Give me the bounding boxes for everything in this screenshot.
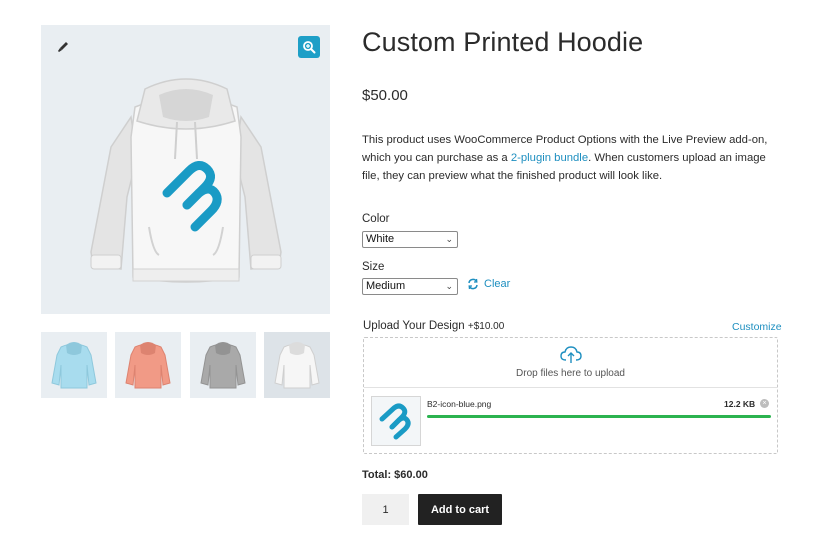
product-title: Custom Printed Hoodie [362, 27, 644, 57]
chevron-down-icon: ⌄ [445, 234, 453, 244]
bundle-link[interactable]: 2-plugin bundle [511, 152, 588, 164]
size-select[interactable]: Medium ⌄ [362, 278, 458, 295]
cloud-upload-icon [560, 346, 582, 363]
quantity-input[interactable]: 1 [362, 494, 409, 525]
hoodie-image [89, 77, 283, 296]
product-description: This product uses WooCommerce Product Op… [362, 131, 782, 185]
uploaded-file-thumbnail [371, 396, 421, 446]
thumbnail-hoodie-white[interactable] [264, 332, 330, 398]
main-product-image[interactable] [41, 25, 330, 314]
upload-progress-fill [427, 415, 771, 418]
thumbnail-strip [41, 332, 330, 398]
customize-link[interactable]: Customize [732, 321, 782, 333]
uploaded-file-name: B2-icon-blue.png [427, 399, 492, 409]
thumbnail-hoodie-light-blue[interactable] [41, 332, 107, 398]
add-to-cart-button[interactable]: Add to cart [418, 494, 502, 525]
refresh-icon [468, 278, 478, 290]
dropzone-text: Drop files here to upload [516, 368, 625, 379]
size-select-value: Medium [366, 280, 406, 292]
clear-label: Clear [484, 278, 511, 290]
order-total: Total: $60.00 [362, 469, 428, 481]
dropzone-target[interactable]: Drop files here to upload [364, 338, 777, 388]
thumbnail-hoodie-gray[interactable] [190, 332, 256, 398]
color-label: Color [362, 213, 390, 225]
brush-icon[interactable] [55, 39, 71, 55]
color-select-value: White [366, 233, 395, 245]
upload-extra-price: +$10.00 [467, 321, 505, 332]
thumbnail-hoodie-coral[interactable] [115, 332, 181, 398]
upload-label: Upload Your Design +$10.00 [363, 320, 504, 332]
size-label: Size [362, 261, 385, 273]
color-select[interactable]: White ⌄ [362, 231, 458, 248]
upload-dropzone[interactable]: Drop files here to upload B2-icon-blue.p… [363, 337, 778, 454]
uploaded-file-size: 12.2 KB [724, 399, 756, 409]
remove-file-icon[interactable]: × [760, 399, 769, 408]
clear-options-link[interactable]: Clear [467, 278, 510, 290]
chevron-down-icon: ⌄ [445, 281, 453, 291]
upload-progress-bar [427, 415, 771, 418]
product-price: $50.00 [362, 87, 408, 104]
upload-label-text: Upload Your Design [363, 320, 465, 332]
zoom-icon[interactable] [298, 36, 320, 58]
